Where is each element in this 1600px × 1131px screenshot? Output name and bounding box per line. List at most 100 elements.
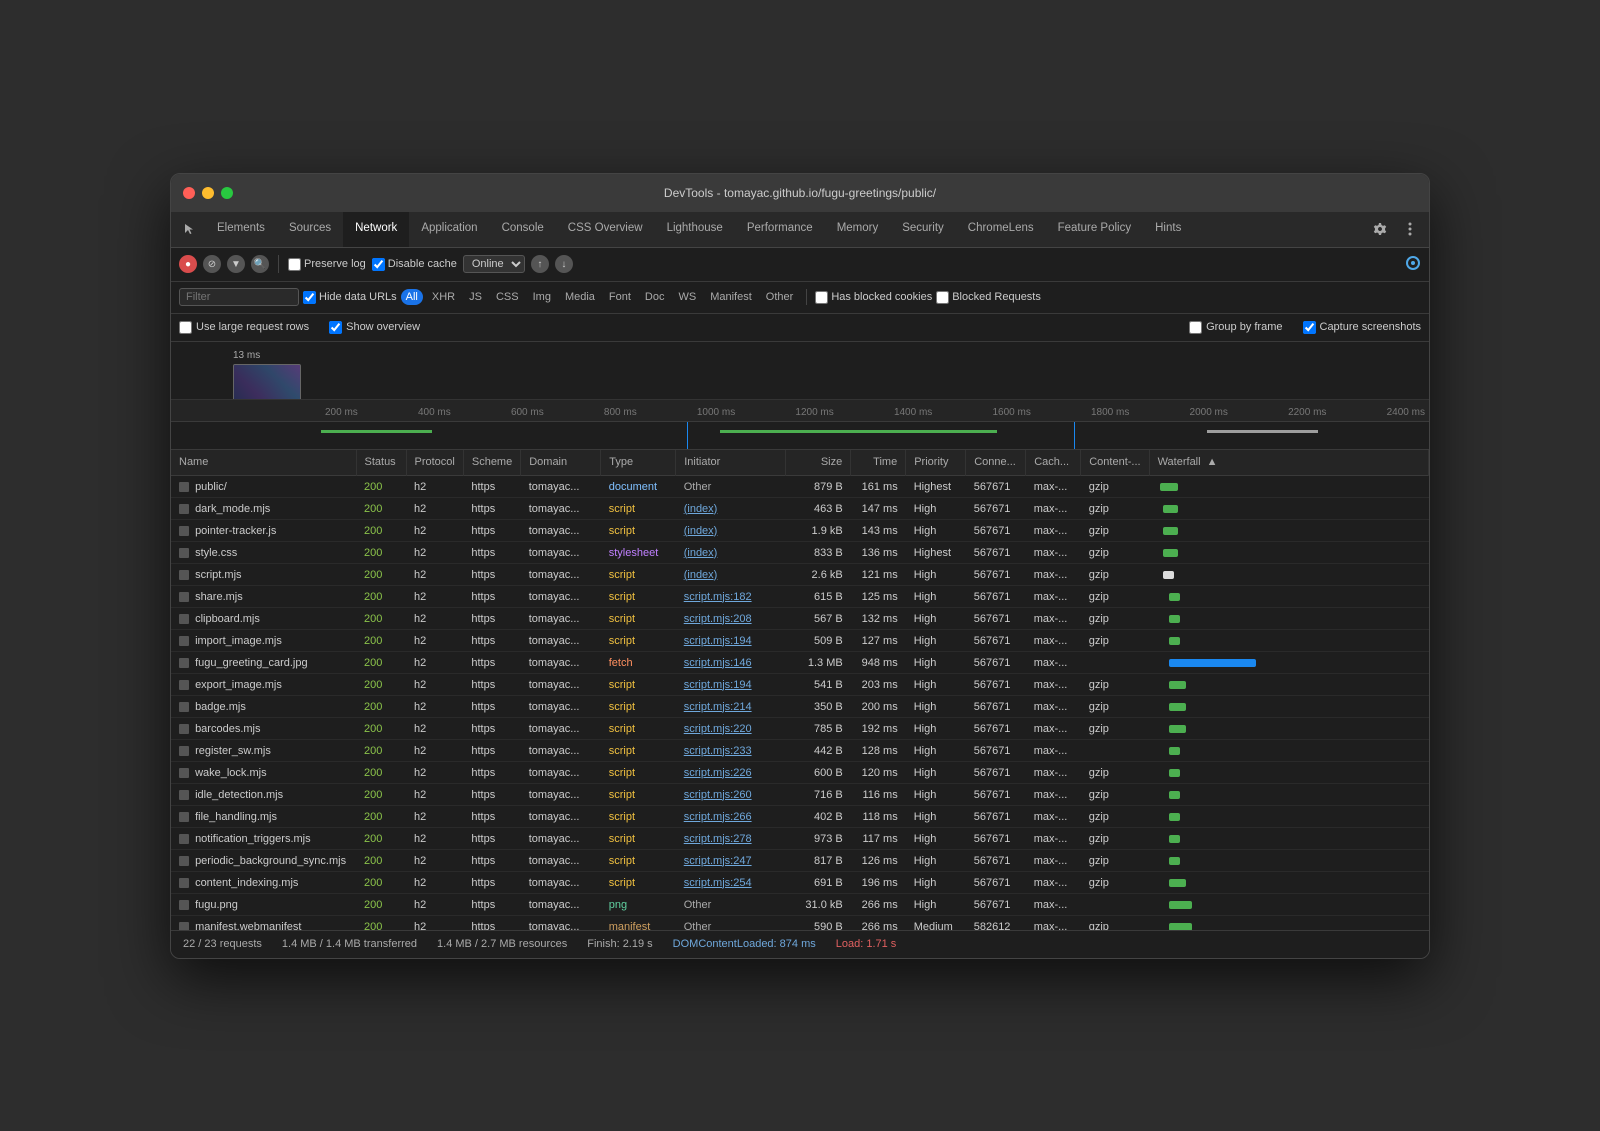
cell-initiator[interactable]: (index) [676, 542, 786, 564]
filter-tag-ws[interactable]: WS [673, 289, 701, 305]
th-waterfall[interactable]: Waterfall ▲ [1149, 450, 1428, 476]
has-blocked-cookies-checkbox[interactable] [815, 291, 828, 304]
tab-hints[interactable]: Hints [1143, 212, 1193, 247]
tab-performance[interactable]: Performance [735, 212, 825, 247]
table-row[interactable]: fugu_greeting_card.jpg 200 h2 https toma… [171, 652, 1429, 674]
th-name[interactable]: Name [171, 450, 356, 476]
group-by-frame-label[interactable]: Group by frame [1189, 321, 1282, 334]
table-row[interactable]: wake_lock.mjs 200 h2 https tomayac... sc… [171, 762, 1429, 784]
tab-sources[interactable]: Sources [277, 212, 343, 247]
tab-lighthouse[interactable]: Lighthouse [655, 212, 735, 247]
clear-button[interactable]: ⊘ [203, 255, 221, 273]
table-row[interactable]: export_image.mjs 200 h2 https tomayac...… [171, 674, 1429, 696]
table-row[interactable]: badge.mjs 200 h2 https tomayac... script… [171, 696, 1429, 718]
table-row[interactable]: style.css 200 h2 https tomayac... styles… [171, 542, 1429, 564]
cell-initiator[interactable]: script.mjs:254 [676, 872, 786, 894]
cell-initiator[interactable]: (index) [676, 564, 786, 586]
cell-initiator[interactable]: script.mjs:208 [676, 608, 786, 630]
th-time[interactable]: Time [851, 450, 906, 476]
th-status[interactable]: Status [356, 450, 406, 476]
hide-data-urls-label[interactable]: Hide data URLs [303, 291, 397, 304]
capture-screenshots-label[interactable]: Capture screenshots [1303, 321, 1422, 334]
table-row[interactable]: script.mjs 200 h2 https tomayac... scrip… [171, 564, 1429, 586]
filter-tag-js[interactable]: JS [464, 289, 487, 305]
blocked-requests-checkbox[interactable] [936, 291, 949, 304]
cursor-icon[interactable] [175, 212, 205, 247]
filter-tag-doc[interactable]: Doc [640, 289, 670, 305]
disable-cache-checkbox[interactable] [372, 258, 385, 271]
stop-recording-button[interactable]: ● [179, 255, 197, 273]
maximize-button[interactable] [221, 187, 233, 199]
th-domain[interactable]: Domain [521, 450, 601, 476]
table-row[interactable]: register_sw.mjs 200 h2 https tomayac... … [171, 740, 1429, 762]
tab-css-overview[interactable]: CSS Overview [556, 212, 655, 247]
th-protocol[interactable]: Protocol [406, 450, 463, 476]
th-initiator[interactable]: Initiator [676, 450, 786, 476]
table-row[interactable]: clipboard.mjs 200 h2 https tomayac... sc… [171, 608, 1429, 630]
has-blocked-cookies-label[interactable]: Has blocked cookies [815, 291, 932, 304]
cell-initiator[interactable]: script.mjs:247 [676, 850, 786, 872]
group-by-frame-checkbox[interactable] [1189, 321, 1202, 334]
more-options-icon[interactable] [1395, 222, 1425, 236]
filter-tag-xhr[interactable]: XHR [427, 289, 460, 305]
show-overview-checkbox[interactable] [329, 321, 342, 334]
th-size[interactable]: Size [786, 450, 851, 476]
tab-application[interactable]: Application [409, 212, 489, 247]
cell-initiator[interactable]: (index) [676, 520, 786, 542]
cell-initiator[interactable]: script.mjs:278 [676, 828, 786, 850]
hide-data-urls-checkbox[interactable] [303, 291, 316, 304]
filter-tag-font[interactable]: Font [604, 289, 636, 305]
import-button[interactable]: ↑ [531, 255, 549, 273]
filter-tag-manifest[interactable]: Manifest [705, 289, 757, 305]
filter-input[interactable] [179, 288, 299, 306]
table-row[interactable]: import_image.mjs 200 h2 https tomayac...… [171, 630, 1429, 652]
cell-initiator[interactable]: script.mjs:220 [676, 718, 786, 740]
filter-tag-media[interactable]: Media [560, 289, 600, 305]
cell-initiator[interactable]: script.mjs:226 [676, 762, 786, 784]
cell-initiator[interactable]: script.mjs:233 [676, 740, 786, 762]
tab-chromelens[interactable]: ChromeLens [956, 212, 1046, 247]
preserve-log-label[interactable]: Preserve log [288, 258, 366, 271]
tab-feature-policy[interactable]: Feature Policy [1046, 212, 1144, 247]
tab-security[interactable]: Security [890, 212, 956, 247]
minimize-button[interactable] [202, 187, 214, 199]
tab-memory[interactable]: Memory [825, 212, 891, 247]
table-row[interactable]: barcodes.mjs 200 h2 https tomayac... scr… [171, 718, 1429, 740]
disable-cache-label[interactable]: Disable cache [372, 258, 457, 271]
filter-tag-other[interactable]: Other [761, 289, 799, 305]
tab-network[interactable]: Network [343, 212, 409, 247]
table-row[interactable]: notification_triggers.mjs 200 h2 https t… [171, 828, 1429, 850]
th-type[interactable]: Type [601, 450, 676, 476]
filter-tag-css[interactable]: CSS [491, 289, 524, 305]
filter-toggle-button[interactable]: ▼ [227, 255, 245, 273]
th-content[interactable]: Content-... [1081, 450, 1149, 476]
table-row[interactable]: public/ 200 h2 https tomayac... document… [171, 476, 1429, 498]
close-button[interactable] [183, 187, 195, 199]
large-rows-checkbox[interactable] [179, 321, 192, 334]
table-row[interactable]: fugu.png 200 h2 https tomayac... png Oth… [171, 894, 1429, 916]
cell-initiator[interactable]: (index) [676, 498, 786, 520]
table-row[interactable]: dark_mode.mjs 200 h2 https tomayac... sc… [171, 498, 1429, 520]
network-conditions-icon[interactable] [1405, 255, 1421, 271]
table-row[interactable]: idle_detection.mjs 200 h2 https tomayac.… [171, 784, 1429, 806]
preserve-log-checkbox[interactable] [288, 258, 301, 271]
table-row[interactable]: share.mjs 200 h2 https tomayac... script… [171, 586, 1429, 608]
cell-initiator[interactable]: script.mjs:260 [676, 784, 786, 806]
table-row[interactable]: content_indexing.mjs 200 h2 https tomaya… [171, 872, 1429, 894]
table-row[interactable]: periodic_background_sync.mjs 200 h2 http… [171, 850, 1429, 872]
cell-initiator[interactable]: script.mjs:194 [676, 674, 786, 696]
cell-initiator[interactable]: script.mjs:146 [676, 652, 786, 674]
search-button[interactable]: 🔍 [251, 255, 269, 273]
throttle-select[interactable]: Online [463, 255, 525, 273]
th-scheme[interactable]: Scheme [463, 450, 520, 476]
export-button[interactable]: ↓ [555, 255, 573, 273]
th-connection[interactable]: Conne... [966, 450, 1026, 476]
show-overview-label[interactable]: Show overview [329, 321, 420, 334]
filter-tag-all[interactable]: All [401, 289, 423, 305]
cell-initiator[interactable]: script.mjs:214 [676, 696, 786, 718]
table-row[interactable]: pointer-tracker.js 200 h2 https tomayac.… [171, 520, 1429, 542]
th-priority[interactable]: Priority [906, 450, 966, 476]
cell-initiator[interactable]: script.mjs:194 [676, 630, 786, 652]
cell-initiator[interactable]: script.mjs:182 [676, 586, 786, 608]
blocked-requests-label[interactable]: Blocked Requests [936, 291, 1041, 304]
